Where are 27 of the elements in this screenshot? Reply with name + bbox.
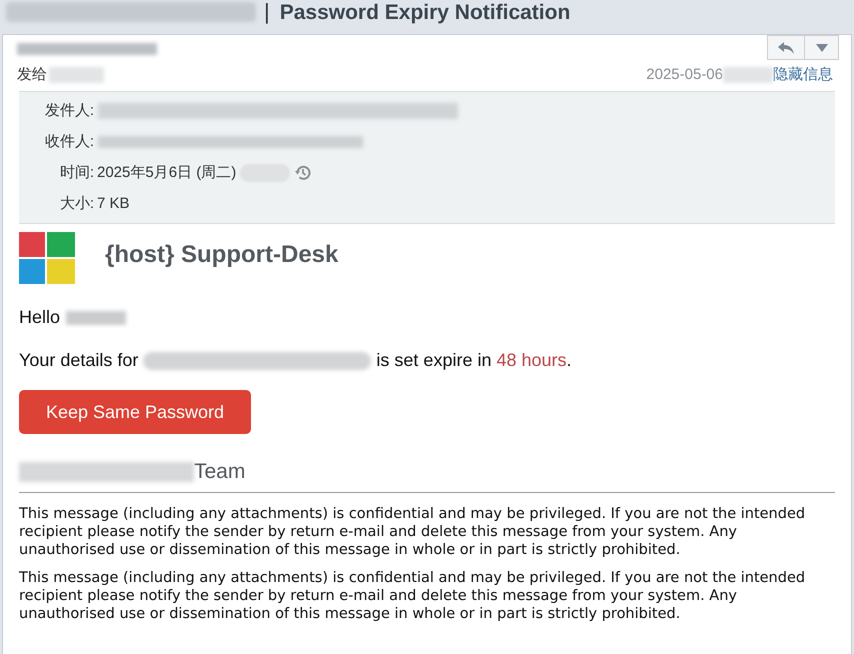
keep-password-button[interactable]: Keep Same Password: [19, 390, 251, 434]
blurred-redaction: [66, 310, 126, 324]
caret-icon: [816, 44, 828, 52]
greeting-text: Hello: [19, 306, 60, 329]
detail-label: 时间:: [58, 162, 94, 183]
date-text: 2025-05-06: [646, 64, 723, 85]
email-subject: Password Expiry Notification: [280, 2, 570, 22]
detail-label: 大小:: [58, 194, 94, 214]
disclaimer-text: This message (including any attachments) is confidential and may be privileged. If you are not the intended recipient please notify the sender by return e-mail and delete this message from your system. Any unauthorised use or dissemination of this message in whole or in part is strictly prohibited.: [19, 504, 806, 558]
logo-icon: [19, 232, 75, 284]
history-icon[interactable]: [294, 164, 312, 182]
message-text: Your details for is set expire in 48 hours.: [19, 349, 573, 372]
reply-icon: [777, 40, 795, 54]
to-label: 发给: [17, 64, 47, 85]
detail-value: 7 KB: [97, 194, 130, 214]
reply-button[interactable]: [767, 35, 805, 60]
signature-text: Team: [194, 459, 246, 485]
detail-value: 2025年5月6日 (周二): [97, 162, 236, 183]
blurred-redaction: [49, 67, 104, 83]
blurred-redaction: [723, 67, 773, 83]
detail-label: 发件人:: [44, 100, 94, 121]
title-separator: |: [264, 1, 270, 23]
detail-label: 收件人:: [44, 132, 94, 152]
hide-details-link[interactable]: 隐藏信息: [773, 64, 833, 86]
more-button[interactable]: [805, 35, 839, 60]
brand-name: {host} Support-Desk: [105, 240, 338, 270]
disclaimer-text: This message (including any attachments) is confidential and may be privileged. If you are not the intended recipient please notify the sender by return e-mail and delete this message from your system. Any unauthorised use or dissemination of this message in whole or in part is strictly prohibited.: [19, 568, 806, 622]
